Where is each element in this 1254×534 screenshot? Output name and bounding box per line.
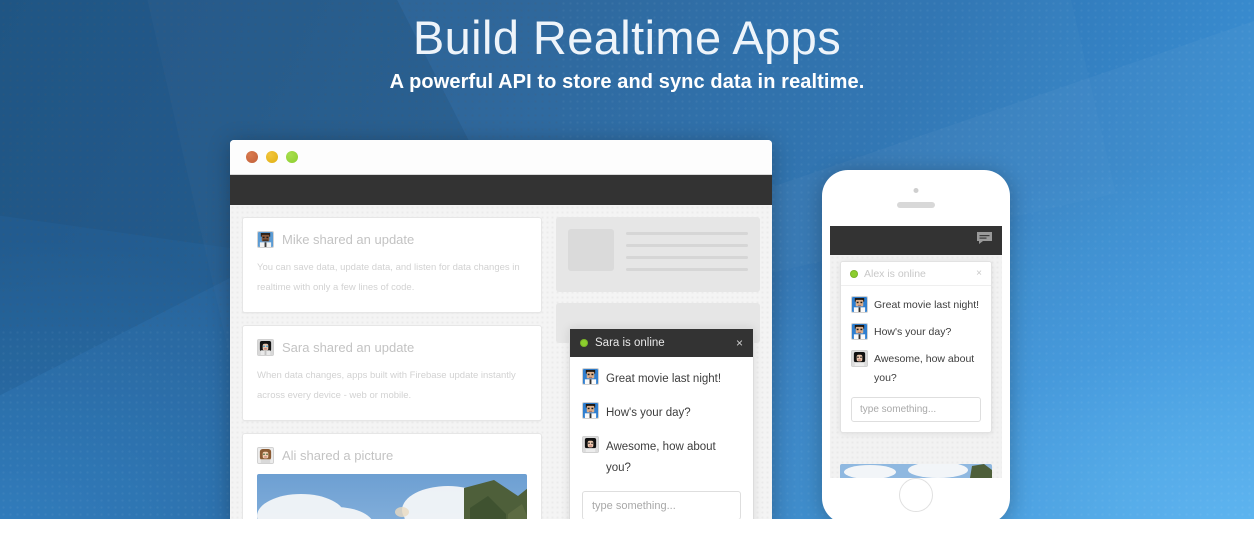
placeholder-image xyxy=(568,229,614,271)
mike-avatar-icon xyxy=(851,296,868,313)
phone-mockup: Alex is online × Great movie last night!… xyxy=(822,170,1010,524)
mike-avatar-icon xyxy=(582,402,599,419)
browser-titlebar xyxy=(230,140,772,175)
feed-card-header: Ali shared a picture xyxy=(257,447,527,464)
phone-chat-message-text: How's your day? xyxy=(874,326,952,338)
feed-card-title: Mike shared an update xyxy=(282,232,415,247)
phone-feed-photo xyxy=(840,464,992,478)
chat-input[interactable] xyxy=(582,491,741,520)
phone-screen: Alex is online × Great movie last night!… xyxy=(830,226,1002,478)
online-status-dot-icon xyxy=(580,339,588,347)
feed-card: Sara shared an update When data changes,… xyxy=(242,325,542,421)
feed-column: Mike shared an update You can save data,… xyxy=(242,217,542,525)
phone-home-button[interactable] xyxy=(899,478,933,512)
bottom-white-band xyxy=(0,519,1254,534)
feed-card-title: Sara shared an update xyxy=(282,340,415,355)
chat-widget-header: Sara is online × xyxy=(570,329,753,357)
status-badge: Alex is online xyxy=(864,267,926,280)
chat-message: Great movie last night! xyxy=(582,368,741,390)
chat-message-text: How's your day? xyxy=(606,407,691,419)
phone-content: Alex is online × Great movie last night!… xyxy=(830,255,1002,478)
chat-message: How's your day? xyxy=(582,402,741,424)
ali-avatar-icon xyxy=(257,447,274,464)
phone-chat-message: How's your day? xyxy=(851,323,981,342)
placeholder-line xyxy=(626,268,748,271)
phone-speaker-grille xyxy=(897,202,935,208)
feed-card-title: Ali shared a picture xyxy=(282,448,394,463)
feed-card-photo xyxy=(257,474,527,525)
close-icon[interactable]: × xyxy=(976,268,982,279)
browser-window-mockup: Mike shared an update You can save data,… xyxy=(230,140,772,525)
status-badge: Sara is online xyxy=(595,337,665,349)
phone-camera-icon xyxy=(913,188,919,193)
feed-card-text: You can save data, update data, and list… xyxy=(257,262,520,293)
zoom-dot-icon[interactable] xyxy=(286,151,298,163)
feed-card-header: Sara shared an update xyxy=(257,339,527,356)
phone-chat-message-list: Great movie last night! How's your day? … xyxy=(841,286,991,432)
browser-navbar xyxy=(230,175,772,205)
feed-card: Mike shared an update You can save data,… xyxy=(242,217,542,313)
close-icon[interactable]: × xyxy=(736,337,743,349)
chat-bubble-icon[interactable] xyxy=(976,231,993,250)
feed-card-header: Mike shared an update xyxy=(257,231,527,248)
minimize-dot-icon[interactable] xyxy=(266,151,278,163)
chat-message-text: Awesome, how about you? xyxy=(606,441,716,474)
online-status-dot-icon xyxy=(850,269,858,278)
placeholder-line xyxy=(626,232,748,235)
page-subtitle: A powerful API to store and sync data in… xyxy=(389,71,865,93)
chat-message-list: Great movie last night! How's your day? … xyxy=(570,357,753,525)
placeholder-block xyxy=(556,217,760,292)
phone-navbar xyxy=(830,226,1002,255)
chat-message: Awesome, how about you? xyxy=(582,436,741,479)
sara-avatar-icon xyxy=(582,436,599,453)
phone-chat-widget: Alex is online × Great movie last night!… xyxy=(840,261,992,433)
sara-avatar-icon xyxy=(257,339,274,356)
mike-avatar-icon xyxy=(257,231,274,248)
phone-chat-message-text: Great movie last night! xyxy=(874,299,980,311)
sara-avatar-icon xyxy=(851,350,868,367)
phone-chat-message: Great movie last night! xyxy=(851,296,981,315)
placeholder-line xyxy=(626,256,748,259)
mike-avatar-icon xyxy=(851,323,868,340)
chat-message-text: Great movie last night! xyxy=(606,373,722,385)
hero-section: Build Realtime Apps A powerful API to st… xyxy=(0,0,1254,534)
mike-avatar-icon xyxy=(582,368,599,385)
chat-widget: Sara is online × Great movie last night!… xyxy=(569,328,754,525)
feed-card-text: When data changes, apps built with Fireb… xyxy=(257,370,516,401)
close-dot-icon[interactable] xyxy=(246,151,258,163)
page-title: Build Realtime Apps xyxy=(412,11,842,64)
phone-chat-header: Alex is online × xyxy=(841,262,991,286)
hero-copy: Build Realtime Apps A powerful API to st… xyxy=(0,0,1254,94)
placeholder-lines xyxy=(626,229,748,280)
phone-chat-message: Awesome, how about you? xyxy=(851,350,981,388)
phone-chat-message-text: Awesome, how about you? xyxy=(874,353,975,384)
feed-card: Ali shared a picture xyxy=(242,433,542,525)
phone-chat-input[interactable] xyxy=(851,397,981,422)
placeholder-line xyxy=(626,244,748,247)
